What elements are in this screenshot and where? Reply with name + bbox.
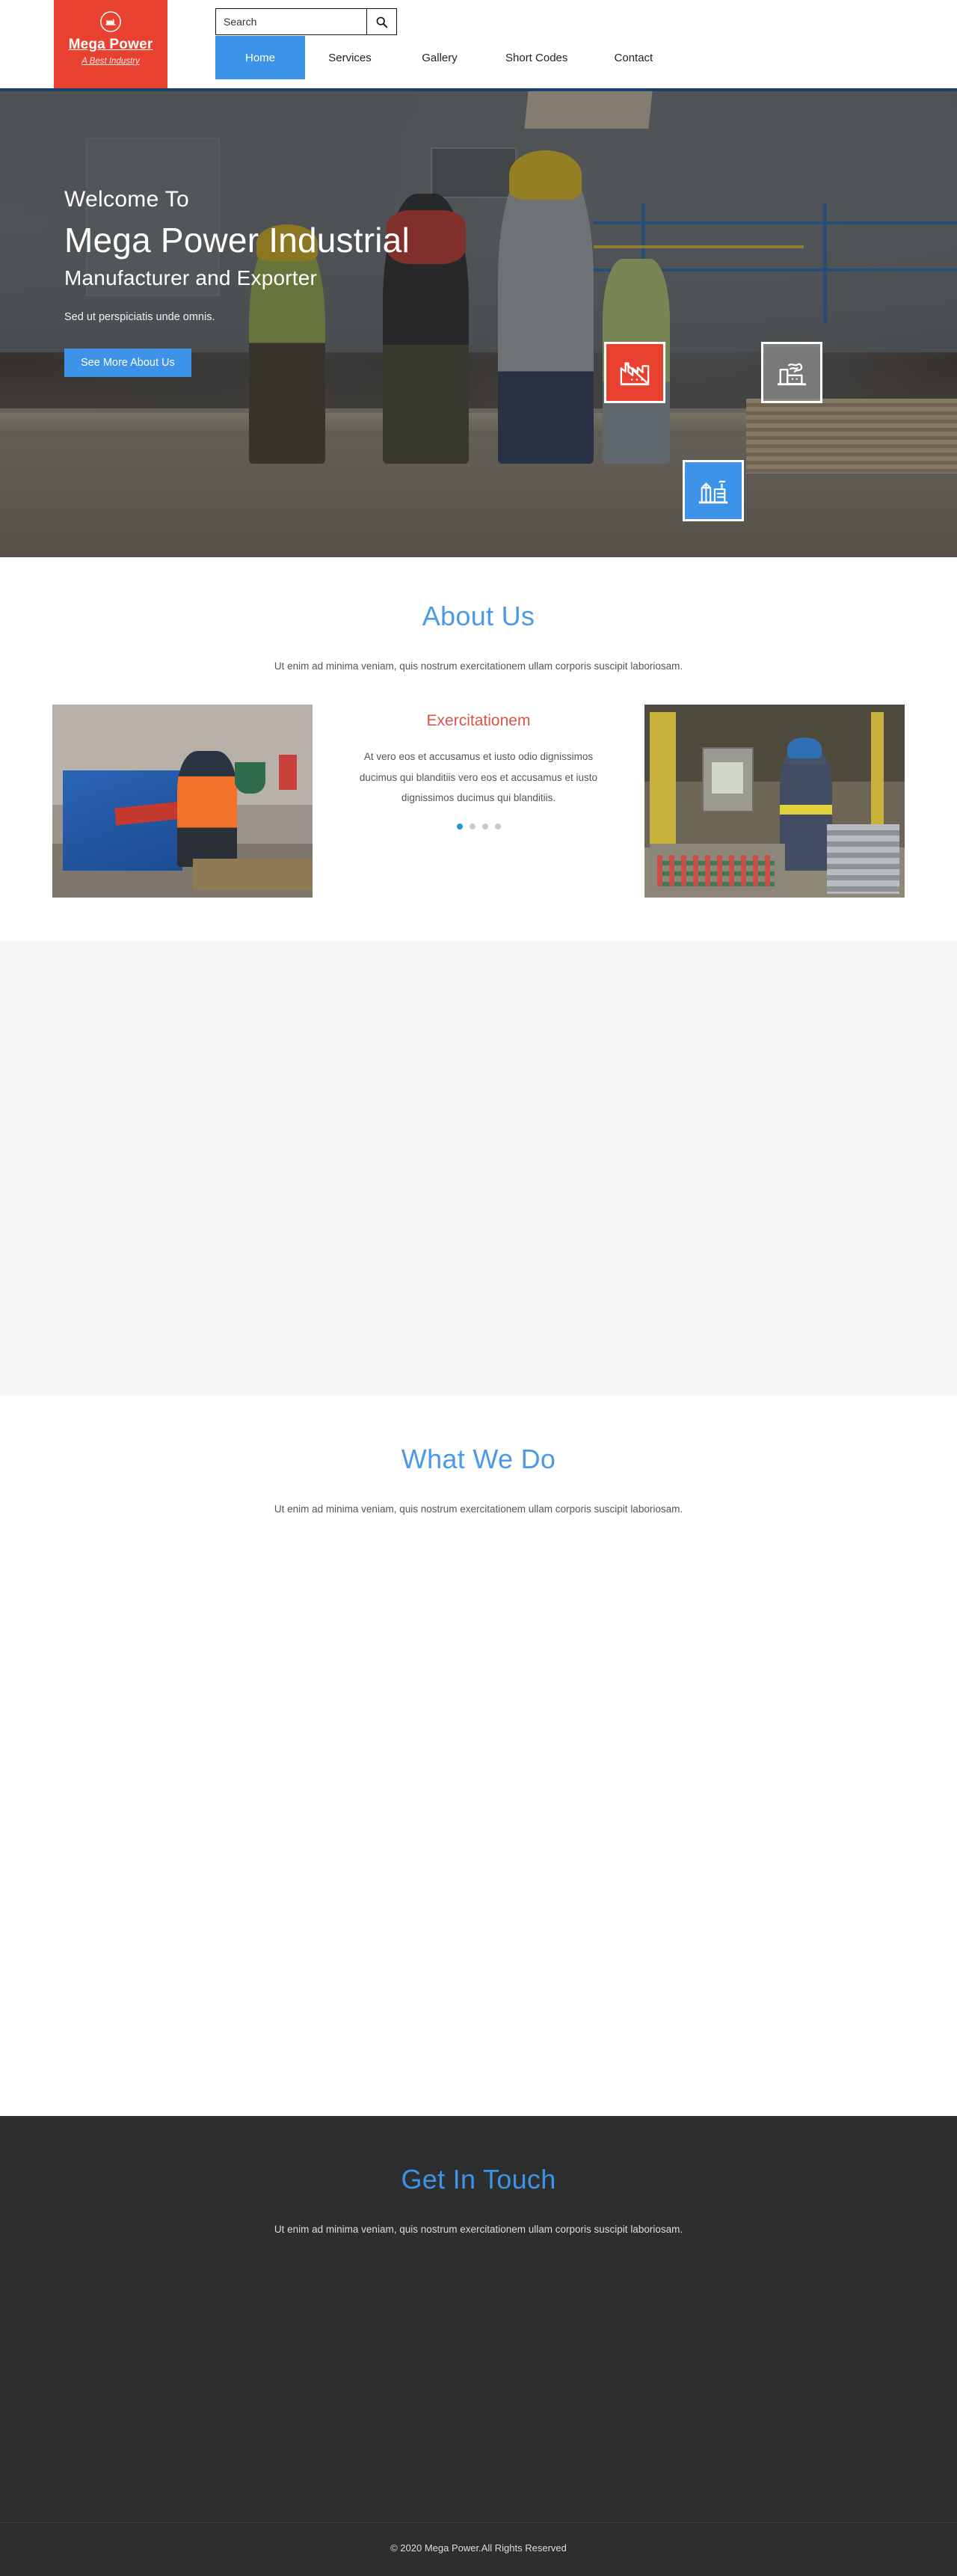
hero-text: Sed ut perspiciatis unde omnis. xyxy=(64,310,215,323)
get-in-touch-title: Get In Touch xyxy=(401,2164,556,2195)
site-header: Mega Power A Best Industry Home Services… xyxy=(0,0,957,88)
hero-icon-factory-smoke[interactable] xyxy=(761,342,822,403)
site-footer: Get In Touch Ut enim ad minima veniam, q… xyxy=(0,2116,957,2576)
about-row: Exercitationem At vero eos et accusamus … xyxy=(52,705,905,898)
what-we-do-subtitle: Ut enim ad minima veniam, quis nostrum e… xyxy=(274,1503,683,1515)
hero-title: Mega Power Industrial xyxy=(64,221,410,260)
nav-item-gallery[interactable]: Gallery xyxy=(395,36,484,79)
brand-logo[interactable]: Mega Power A Best Industry xyxy=(54,0,167,88)
nav-item-home[interactable]: Home xyxy=(215,36,305,79)
carousel-dot-3[interactable] xyxy=(481,824,488,830)
see-more-about-us-button[interactable]: See More About Us xyxy=(64,348,191,377)
hero-banner: Welcome To Mega Power Industrial Manufac… xyxy=(0,88,957,557)
brand-name: Mega Power xyxy=(68,37,153,52)
copyright-text: © 2020 Mega Power.All Rights Reserved xyxy=(0,2522,957,2576)
about-section: About Us Ut enim ad minima veniam, quis … xyxy=(0,557,957,941)
hero-welcome: Welcome To xyxy=(64,187,189,212)
factory-circle-icon xyxy=(100,11,121,32)
carousel-dot-2[interactable] xyxy=(469,824,476,830)
brand-tagline: A Best Industry xyxy=(81,56,140,66)
hero-icon-factory-chart[interactable] xyxy=(604,342,665,403)
search-icon xyxy=(376,16,388,28)
hero-content: Welcome To Mega Power Industrial Manufac… xyxy=(64,187,588,377)
about-heading: Exercitationem xyxy=(426,712,531,729)
industrial-plant-icon xyxy=(698,480,728,504)
about-image-left xyxy=(52,705,313,898)
get-in-touch-subtitle: Ut enim ad minima veniam, quis nostrum e… xyxy=(274,2224,683,2235)
nav-item-services[interactable]: Services xyxy=(305,36,395,79)
carousel-dot-1[interactable] xyxy=(456,824,463,830)
search-input[interactable] xyxy=(215,8,366,35)
contact-content-area xyxy=(52,2268,905,2522)
carousel-dot-4[interactable] xyxy=(494,824,501,830)
about-carousel: Exercitationem At vero eos et accusamus … xyxy=(330,705,627,830)
about-image-right xyxy=(644,705,905,898)
nav-item-short-codes[interactable]: Short Codes xyxy=(484,36,588,79)
about-subtitle: Ut enim ad minima veniam, quis nostrum e… xyxy=(274,660,683,672)
hero-subtitle: Manufacturer and Exporter xyxy=(64,266,318,289)
nav-item-contact[interactable]: Contact xyxy=(588,36,678,79)
hero-icon-industrial-plant[interactable] xyxy=(683,460,744,521)
search-bar xyxy=(215,8,397,35)
header-right: Home Services Gallery Short Codes Contac… xyxy=(215,0,957,88)
what-we-do-section: What We Do Ut enim ad minima veniam, qui… xyxy=(0,1396,957,2116)
main-navigation: Home Services Gallery Short Codes Contac… xyxy=(215,36,678,79)
about-title: About Us xyxy=(422,601,535,631)
what-we-do-title: What We Do xyxy=(401,1444,556,1474)
carousel-dots xyxy=(348,824,609,830)
search-button[interactable] xyxy=(366,8,397,35)
about-body: At vero eos et accusamus et iusto odio d… xyxy=(359,751,598,804)
gray-content-band xyxy=(0,941,957,1396)
factory-smoke-icon xyxy=(777,363,807,386)
what-we-do-content-area xyxy=(52,1548,905,2116)
factory-chart-icon xyxy=(620,362,650,386)
